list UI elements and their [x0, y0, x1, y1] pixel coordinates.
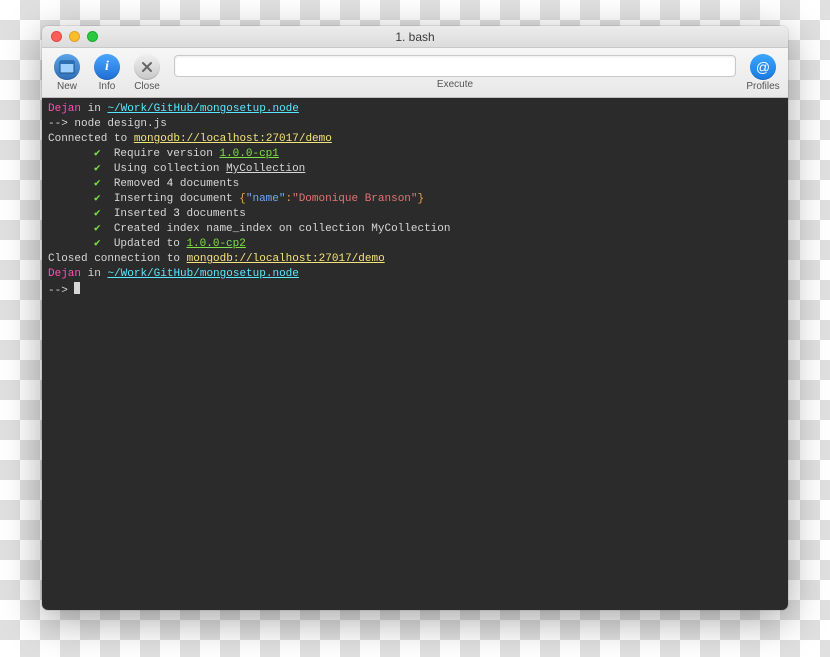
check-icon: ✔	[94, 178, 101, 190]
zoom-window-button[interactable]	[87, 31, 98, 42]
check-icon: ✔	[94, 148, 101, 160]
terminal-output[interactable]: Dejan in ~/Work/GitHub/mongosetup.node--…	[42, 98, 788, 610]
info-icon: i	[94, 54, 120, 80]
new-terminal-icon	[54, 54, 80, 80]
toolbar-right: @ Profiles	[746, 54, 780, 92]
profiles-button[interactable]: @ Profiles	[746, 54, 780, 92]
check-icon: ✔	[94, 193, 101, 205]
cursor	[74, 282, 80, 294]
toolbar: New i Info Close Execute @ Profiles	[42, 48, 788, 98]
check-icon: ✔	[94, 223, 101, 235]
connection-url: mongodb://localhost:27017/demo	[134, 133, 332, 145]
traffic-lights	[42, 31, 98, 42]
check-icon: ✔	[94, 208, 101, 220]
info-label: Info	[99, 81, 116, 92]
check-icon: ✔	[94, 163, 101, 175]
check-icon: ✔	[94, 238, 101, 250]
close-window-button[interactable]	[51, 31, 62, 42]
info-button[interactable]: i Info	[90, 54, 124, 92]
window-title: 1. bash	[42, 30, 788, 44]
titlebar[interactable]: 1. bash	[42, 26, 788, 48]
close-label: Close	[134, 81, 160, 92]
minimize-window-button[interactable]	[69, 31, 80, 42]
at-icon: @	[750, 54, 776, 80]
new-button[interactable]: New	[50, 54, 84, 92]
prompt-user: Dejan	[48, 103, 81, 115]
terminal-window: 1. bash New i Info Close Execute	[42, 26, 788, 610]
command-input[interactable]	[174, 55, 736, 77]
command-text: node design.js	[74, 118, 166, 130]
prompt-path: ~/Work/GitHub/mongosetup.node	[107, 103, 298, 115]
close-icon	[134, 54, 160, 80]
execute-label: Execute	[174, 79, 736, 90]
profiles-label: Profiles	[746, 81, 779, 92]
toolbar-left: New i Info Close	[50, 54, 164, 92]
new-label: New	[57, 81, 77, 92]
close-button[interactable]: Close	[130, 54, 164, 92]
toolbar-center: Execute	[164, 55, 746, 90]
